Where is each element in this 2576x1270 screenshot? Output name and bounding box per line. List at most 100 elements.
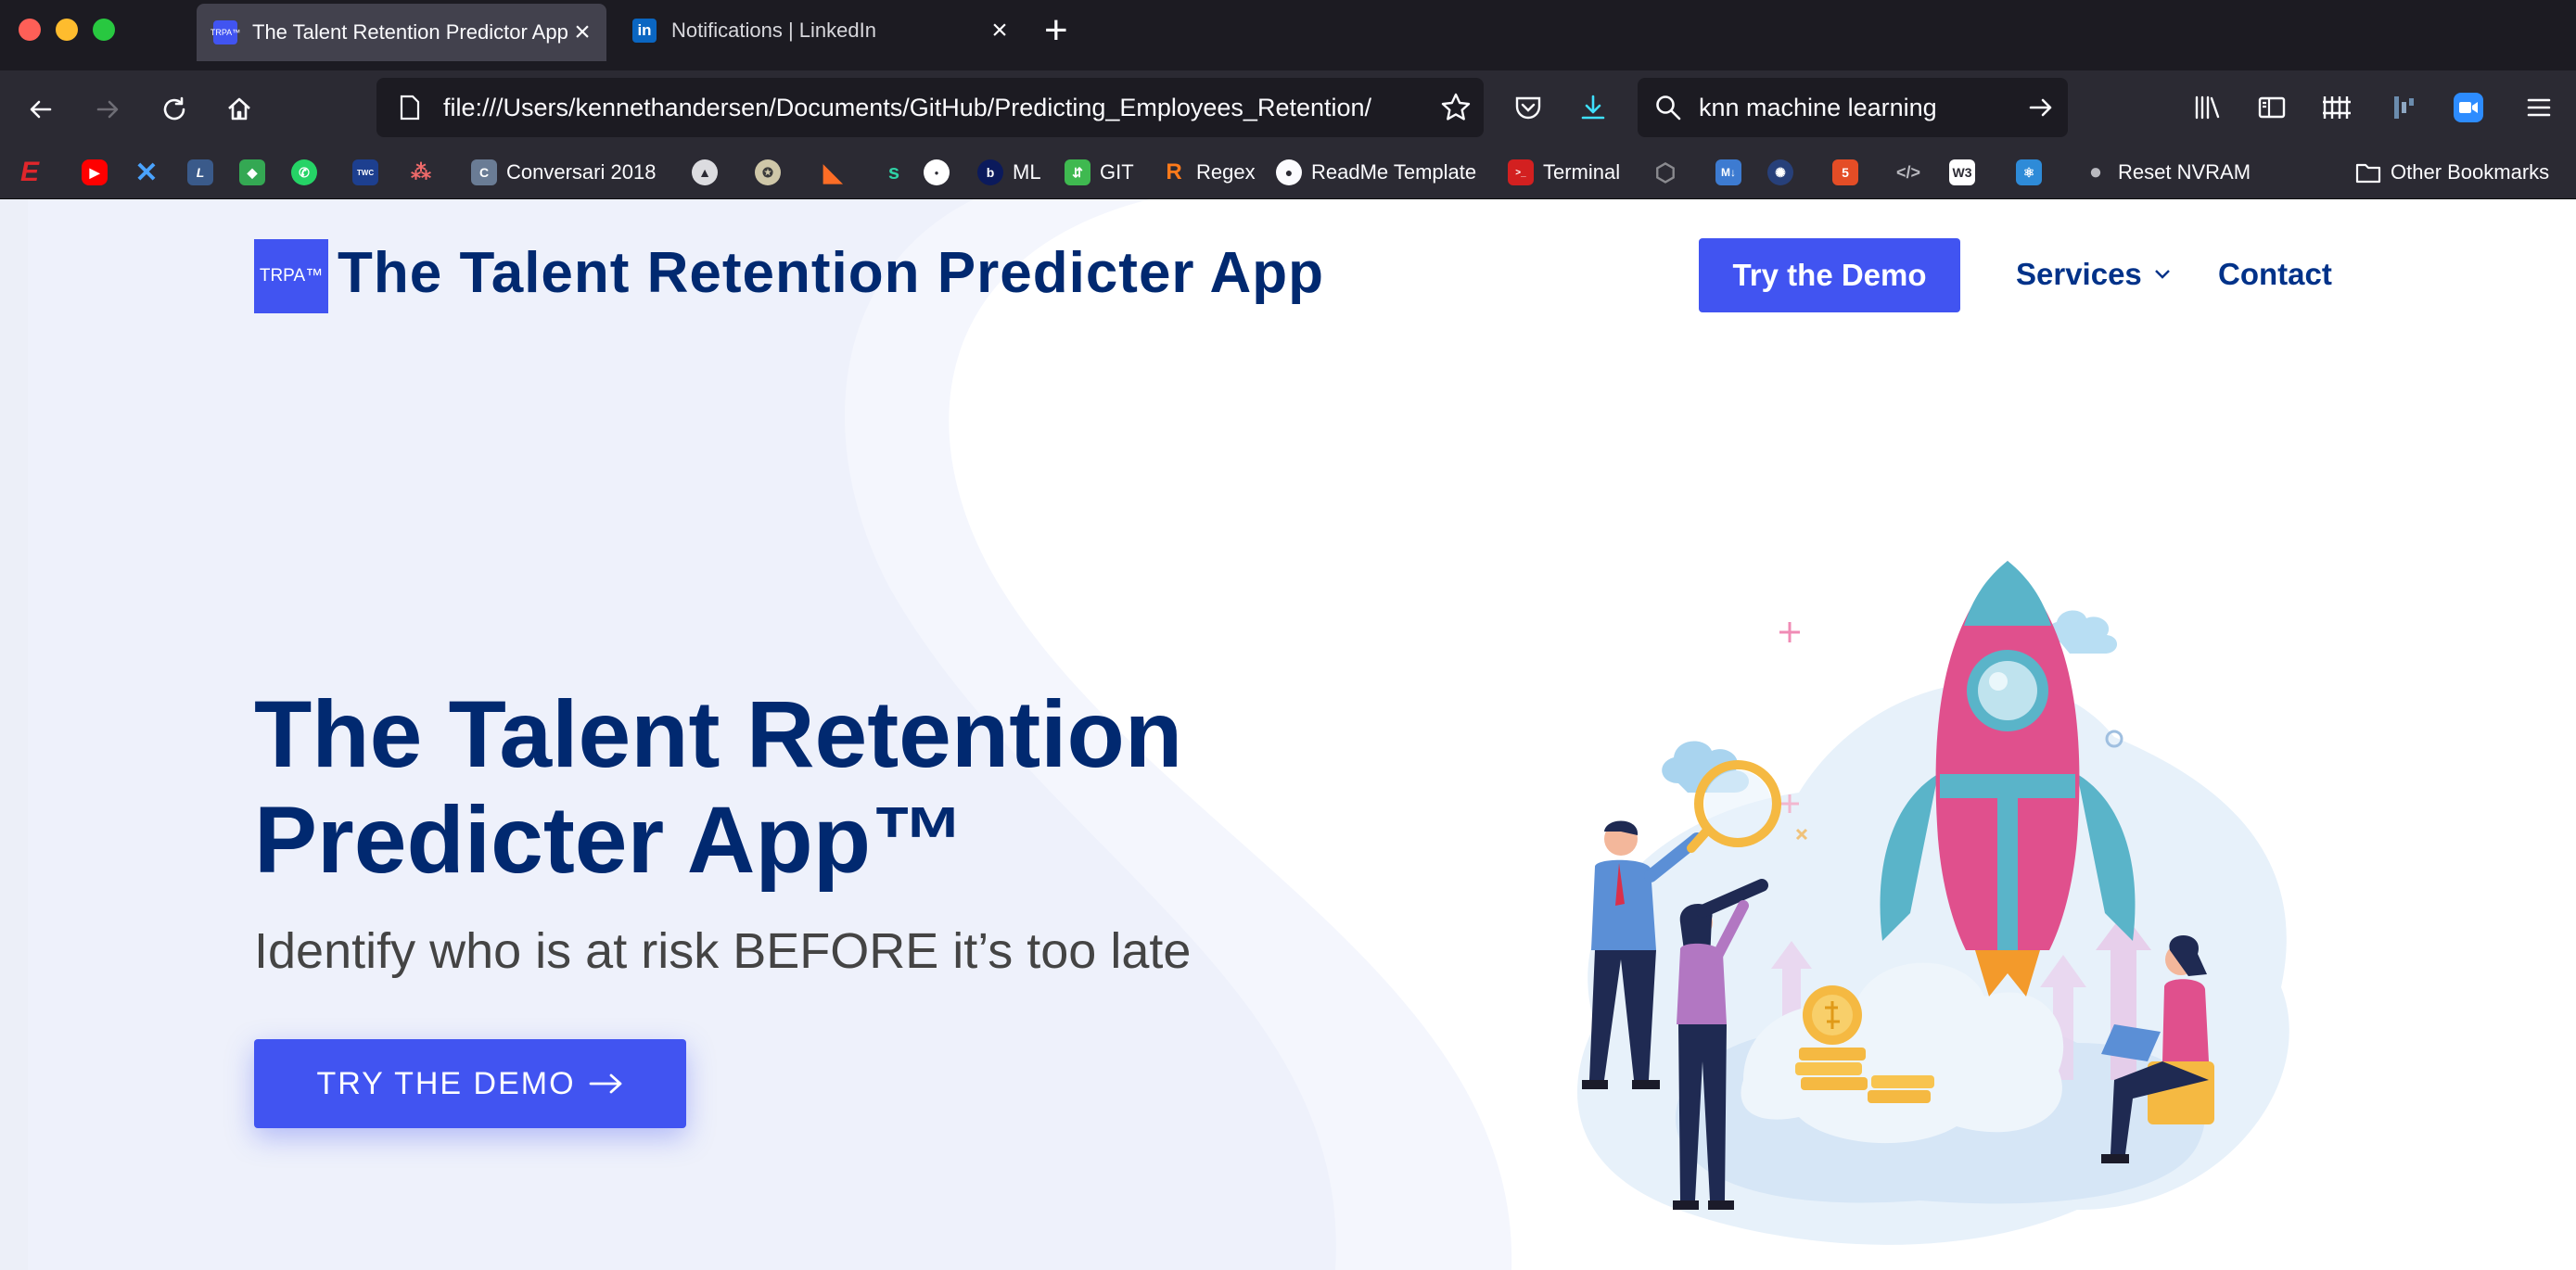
extension-chart-icon[interactable] [2383, 87, 2424, 128]
seal-icon: ✪ [755, 159, 781, 185]
search-go-icon[interactable] [2027, 94, 2055, 121]
html5-icon: 5 [1832, 159, 1858, 185]
try-demo-hero-button[interactable]: TRY THE DEMO [254, 1039, 686, 1128]
circle-icon: ● [924, 159, 950, 185]
bookmark-label: Reset NVRAM [2118, 160, 2251, 184]
w3-icon: W3 [1949, 159, 1975, 185]
tab-title: Notifications | LinkedIn [671, 19, 876, 42]
downloads-icon[interactable] [1573, 87, 1613, 128]
bookmark-item[interactable]: ✆ [291, 154, 326, 191]
tab-active[interactable]: TRPA™ The Talent Retention Predictor App… [197, 4, 606, 61]
logo-text[interactable]: The Talent Retention Predicter App [338, 240, 1324, 306]
bookmark-item[interactable]: >_ Terminal [1508, 154, 1620, 191]
close-icon[interactable]: × [567, 17, 597, 48]
asana-icon: ⁂ [411, 160, 431, 184]
m-icon: M↓ [1715, 159, 1741, 185]
other-bookmarks[interactable]: Other Bookmarks [2355, 154, 2549, 191]
code-icon: </> [1895, 162, 1921, 182]
zoom-icon[interactable] [2448, 87, 2489, 128]
s-icon: s [887, 160, 900, 184]
bookmark-label: ML [1013, 160, 1041, 184]
circle-a-icon: ▲ [692, 159, 718, 185]
bookmark-item[interactable]: TWC [352, 154, 388, 191]
bookmark-item[interactable]: ● ReadMe Template [1276, 154, 1476, 191]
linkedin-icon: in [632, 19, 657, 43]
bookmark-item[interactable]: 5 [1832, 154, 1868, 191]
home-icon[interactable] [217, 87, 261, 132]
bookmark-item[interactable]: s [881, 154, 916, 191]
weather-channel-icon: TWC [352, 159, 378, 185]
close-window-button[interactable] [19, 19, 41, 41]
x-icon: ✕ [134, 157, 159, 188]
bookmark-label: Terminal [1543, 160, 1621, 184]
bookmark-label: Conversari 2018 [506, 160, 657, 184]
youtube-icon: ▶ [82, 159, 108, 185]
bookmark-item[interactable]: ✕ [134, 154, 169, 191]
nav-services[interactable]: Services [2016, 257, 2172, 292]
other-bookmarks-label: Other Bookmarks [2391, 160, 2550, 184]
pocket-icon[interactable] [1508, 87, 1549, 128]
bookmark-item[interactable]: b ML [977, 154, 1041, 191]
search-input[interactable]: knn machine learning [1699, 94, 2027, 122]
bookmark-label: ReadMe Template [1311, 160, 1477, 184]
apple-icon: ● [2088, 159, 2103, 184]
bookmark-item[interactable]: ⇵ GIT [1065, 154, 1134, 191]
try-demo-nav-button[interactable]: Try the Demo [1699, 238, 1960, 312]
tab-linkedin[interactable]: in Notifications | LinkedIn × [616, 0, 1024, 61]
url-bar[interactable]: file:///Users/kennethandersen/Documents/… [376, 78, 1484, 137]
web-page: TRPA™ The Talent Retention Predicter App… [0, 199, 2576, 1270]
bookmark-label: GIT [1100, 160, 1134, 184]
hex-icon: ⬡ [1654, 158, 1677, 186]
maximize-window-button[interactable] [93, 19, 115, 41]
bookmark-star-icon[interactable] [1435, 87, 1476, 128]
bookmark-item[interactable]: ⚛ [2016, 154, 2051, 191]
bookmark-item[interactable]: ▶ [82, 154, 117, 191]
bookmark-item[interactable]: ▲ [692, 154, 727, 191]
tab-title: The Talent Retention Predictor App [252, 20, 567, 44]
search-icon [1654, 94, 1682, 121]
bookmark-label: Regex [1196, 160, 1256, 184]
reload-icon[interactable] [152, 87, 197, 132]
maps-icon: ◆ [239, 159, 265, 185]
bookmark-item[interactable]: ✺ [1767, 154, 1803, 191]
bookmark-item[interactable]: ⬡ [1652, 154, 1688, 191]
bookmark-item[interactable]: C Conversari 2018 [471, 154, 656, 191]
sidebar-icon[interactable] [2251, 87, 2292, 128]
search-bar[interactable]: knn machine learning [1638, 78, 2068, 137]
minimize-window-button[interactable] [56, 19, 78, 41]
l-icon: L [187, 159, 213, 185]
react-icon: ⚛ [2016, 159, 2042, 185]
forward-icon[interactable] [85, 87, 130, 132]
bookmark-item[interactable]: R Regex [1161, 154, 1256, 191]
bookmark-item[interactable]: ⁂ [408, 154, 443, 191]
bookmark-item[interactable]: </> [1895, 154, 1931, 191]
bookmark-item[interactable]: ● Reset NVRAM [2083, 154, 2251, 191]
regex-icon: R [1166, 159, 1182, 184]
hero-button-label: TRY THE DEMO [316, 1065, 576, 1101]
git-icon: ⇵ [1065, 159, 1090, 185]
red-e-icon: E [19, 157, 39, 187]
logo-badge[interactable]: TRPA™ [254, 239, 328, 313]
close-icon[interactable]: × [985, 15, 1014, 46]
bookmark-item[interactable]: E [17, 154, 52, 191]
bookmark-item[interactable]: L [187, 154, 223, 191]
terminal-icon: >_ [1508, 159, 1534, 185]
bookmark-item[interactable]: ● [924, 154, 959, 191]
bookmark-item[interactable]: ◣ [820, 154, 855, 191]
bookmark-item[interactable]: ✪ [755, 154, 790, 191]
hero-title: The Talent Retention Predicter App™ [254, 681, 1183, 893]
back-icon[interactable] [19, 87, 63, 132]
nav-contact[interactable]: Contact [2218, 257, 2332, 292]
b-icon: b [977, 159, 1003, 185]
github-icon: ● [1276, 159, 1302, 185]
bookmark-item[interactable]: M↓ [1715, 154, 1751, 191]
new-tab-icon[interactable]: + [1044, 7, 1068, 54]
bookmark-item[interactable]: ◆ [239, 154, 274, 191]
extension-bars-icon[interactable] [2316, 87, 2357, 128]
chevron-down-icon [2153, 268, 2172, 281]
bookmark-item[interactable]: W3 [1949, 154, 1984, 191]
emblem-icon: ✺ [1767, 159, 1793, 185]
bookmarks-toolbar: E ▶ ✕ L ◆ ✆ TWC ⁂ C Conversari 2018 ▲ ✪ ◣… [0, 146, 2576, 199]
library-icon[interactable] [2187, 87, 2227, 128]
menu-icon[interactable] [2519, 87, 2559, 128]
